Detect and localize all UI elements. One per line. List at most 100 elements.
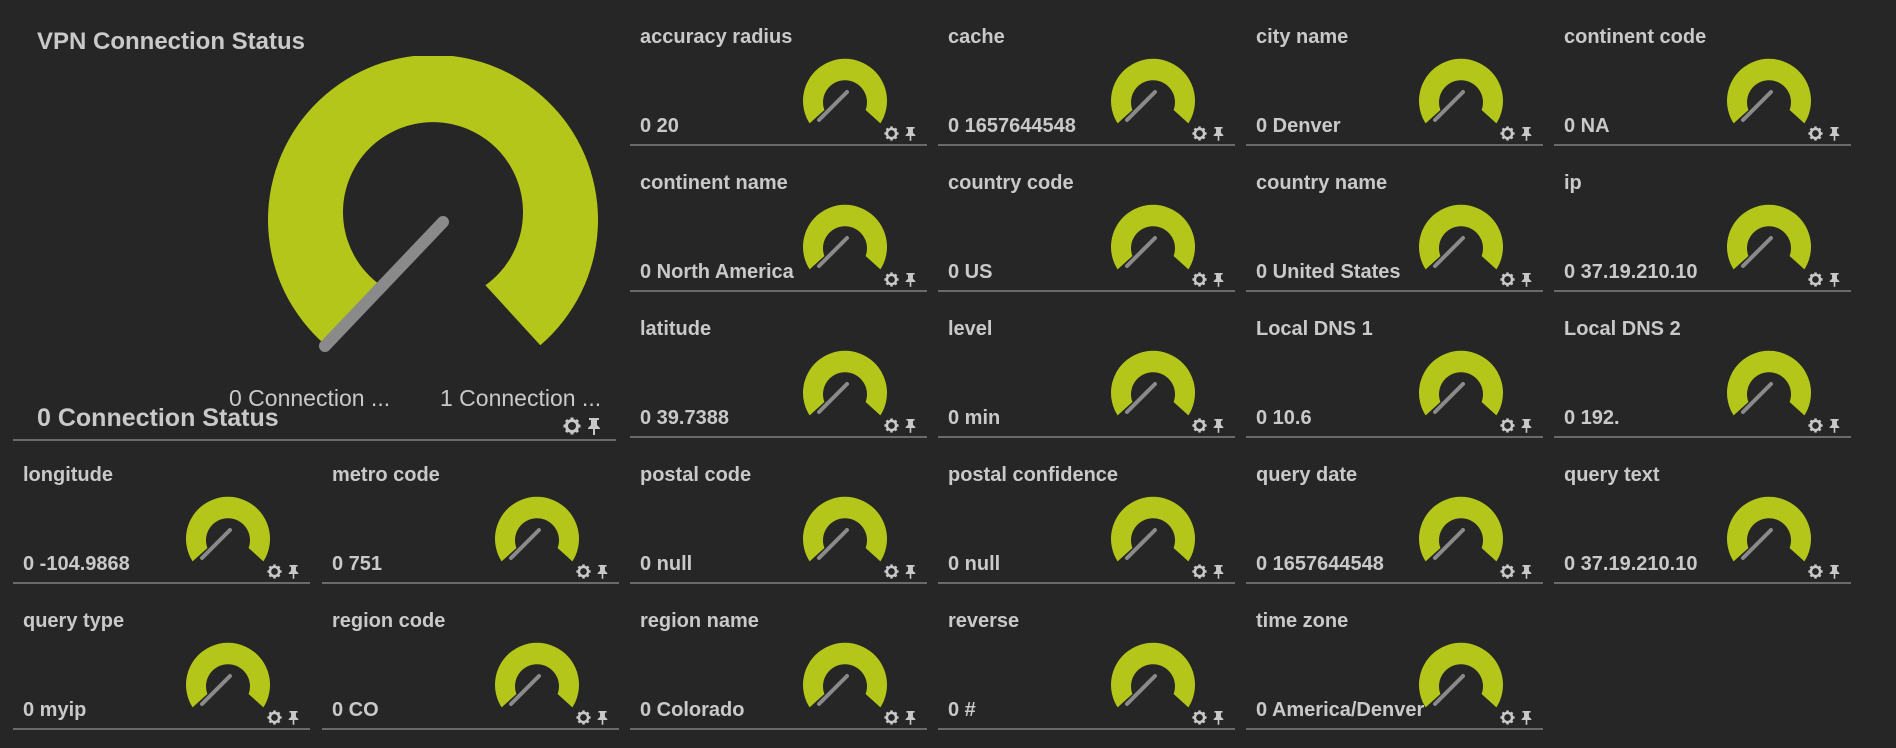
tile-value: 0 Colorado — [640, 699, 745, 721]
gauge-tile[interactable]: level 0 min — [938, 292, 1235, 438]
gauge-tile[interactable]: metro code 0 751 — [322, 438, 619, 584]
gear-icon[interactable] — [267, 564, 282, 579]
gear-icon[interactable] — [884, 564, 899, 579]
pin-icon[interactable] — [1212, 272, 1225, 287]
gear-icon[interactable] — [884, 126, 899, 141]
gear-icon[interactable] — [884, 272, 899, 287]
gear-icon[interactable] — [1192, 418, 1207, 433]
pin-icon[interactable] — [1212, 564, 1225, 579]
pin-icon[interactable] — [287, 710, 300, 725]
gauge-icon — [1419, 496, 1503, 562]
tile-value: 0 CO — [332, 699, 379, 721]
gauge-tile[interactable]: query date 0 1657644548 — [1246, 438, 1543, 584]
gauge-tile[interactable]: Local DNS 1 0 10.6 — [1246, 292, 1543, 438]
gear-icon[interactable] — [884, 710, 899, 725]
tile-title: Local DNS 2 — [1564, 318, 1681, 340]
gauge-icon — [803, 204, 887, 270]
gauge-tile[interactable]: continent name 0 North America — [630, 146, 927, 292]
tile-value: 0 751 — [332, 553, 383, 575]
gear-icon[interactable] — [563, 417, 581, 435]
gear-icon[interactable] — [576, 564, 591, 579]
pin-icon[interactable] — [904, 272, 917, 287]
gear-icon[interactable] — [1500, 418, 1515, 433]
tile-value: 0 10.6 — [1256, 407, 1312, 429]
pin-icon[interactable] — [596, 710, 609, 725]
gauge-icon — [1727, 58, 1811, 124]
gauge-icon — [1419, 58, 1503, 124]
gauge-tile[interactable]: region code 0 CO — [322, 584, 619, 730]
gauge-icon — [1419, 350, 1503, 416]
tile-value: 0 null — [948, 553, 1001, 575]
pin-icon[interactable] — [1520, 564, 1533, 579]
tile-title: region code — [332, 610, 446, 632]
pin-icon[interactable] — [1520, 126, 1533, 141]
gauge-tile[interactable]: Local DNS 2 0 192. — [1554, 292, 1851, 438]
pin-icon[interactable] — [904, 564, 917, 579]
gauge-tile[interactable]: cache 0 1657644548 — [938, 0, 1235, 146]
pin-icon[interactable] — [1212, 710, 1225, 725]
gear-icon[interactable] — [1808, 564, 1823, 579]
gauge-tile[interactable]: region name 0 Colorado — [630, 584, 927, 730]
pin-icon[interactable] — [1520, 272, 1533, 287]
gauge-tile[interactable]: query text 0 37.19.210.10 — [1554, 438, 1851, 584]
gear-icon[interactable] — [1808, 418, 1823, 433]
gear-icon[interactable] — [1500, 564, 1515, 579]
gear-icon[interactable] — [1192, 710, 1207, 725]
gauge-tile[interactable]: country name 0 United States — [1246, 146, 1543, 292]
pin-icon[interactable] — [1520, 418, 1533, 433]
gear-icon[interactable] — [884, 418, 899, 433]
gauge-tile[interactable]: ip 0 37.19.210.10 — [1554, 146, 1851, 292]
gear-icon[interactable] — [1808, 126, 1823, 141]
pin-icon[interactable] — [1828, 126, 1841, 141]
pin-icon[interactable] — [1828, 564, 1841, 579]
gear-icon[interactable] — [1500, 710, 1515, 725]
pin-icon[interactable] — [1212, 126, 1225, 141]
gear-icon[interactable] — [1192, 126, 1207, 141]
gauge-icon — [803, 58, 887, 124]
gauge-tile[interactable]: accuracy radius 0 20 — [630, 0, 927, 146]
tile-title: region name — [640, 610, 759, 632]
tile-title: accuracy radius — [640, 26, 793, 48]
gear-icon[interactable] — [1808, 272, 1823, 287]
gauge-tile[interactable]: latitude 0 39.7388 — [630, 292, 927, 438]
gear-icon[interactable] — [1192, 272, 1207, 287]
gauge-tile[interactable]: city name 0 Denver — [1246, 0, 1543, 146]
pin-icon[interactable] — [904, 710, 917, 725]
gauge-tile[interactable]: reverse 0 # — [938, 584, 1235, 730]
tile-title: city name — [1256, 26, 1349, 48]
tile-title: continent code — [1564, 26, 1707, 48]
gauge-icon — [1111, 58, 1195, 124]
gear-icon[interactable] — [267, 710, 282, 725]
pin-icon[interactable] — [287, 564, 300, 579]
gauge-tile[interactable]: country code 0 US — [938, 146, 1235, 292]
tile-value: 0 NA — [1564, 115, 1610, 137]
pin-icon[interactable] — [596, 564, 609, 579]
gauge-tile[interactable]: time zone 0 America/Denver — [1246, 584, 1543, 730]
pin-icon[interactable] — [586, 417, 602, 435]
gauge-icon — [1727, 496, 1811, 562]
pin-icon[interactable] — [1520, 710, 1533, 725]
tile-title: Local DNS 1 — [1256, 318, 1373, 340]
tile-value: 0 39.7388 — [640, 407, 729, 429]
gauge-tile[interactable]: postal code 0 null — [630, 438, 927, 584]
gauge-tile[interactable]: query type 0 myip — [13, 584, 310, 730]
pin-icon[interactable] — [904, 418, 917, 433]
gauge-icon — [268, 56, 598, 352]
pin-icon[interactable] — [1828, 418, 1841, 433]
tile-value: 0 min — [948, 407, 1001, 429]
tile-title: continent name — [640, 172, 788, 194]
gauge-tile[interactable]: continent code 0 NA — [1554, 0, 1851, 146]
gear-icon[interactable] — [576, 710, 591, 725]
gear-icon[interactable] — [1192, 564, 1207, 579]
gauge-tile[interactable]: postal confidence 0 null — [938, 438, 1235, 584]
gear-icon[interactable] — [1500, 272, 1515, 287]
tile-value: 0 37.19.210.10 — [1564, 261, 1698, 283]
pin-icon[interactable] — [1212, 418, 1225, 433]
tile-title: country code — [948, 172, 1074, 194]
pin-icon[interactable] — [1828, 272, 1841, 287]
dashboard: VPN Connection Status 0 Connection ... 1… — [0, 0, 1896, 748]
vpn-connection-status-tile[interactable]: VPN Connection Status 0 Connection ... 1… — [13, 0, 616, 441]
gauge-tile[interactable]: longitude 0 -104.9868 — [13, 438, 310, 584]
pin-icon[interactable] — [904, 126, 917, 141]
gear-icon[interactable] — [1500, 126, 1515, 141]
